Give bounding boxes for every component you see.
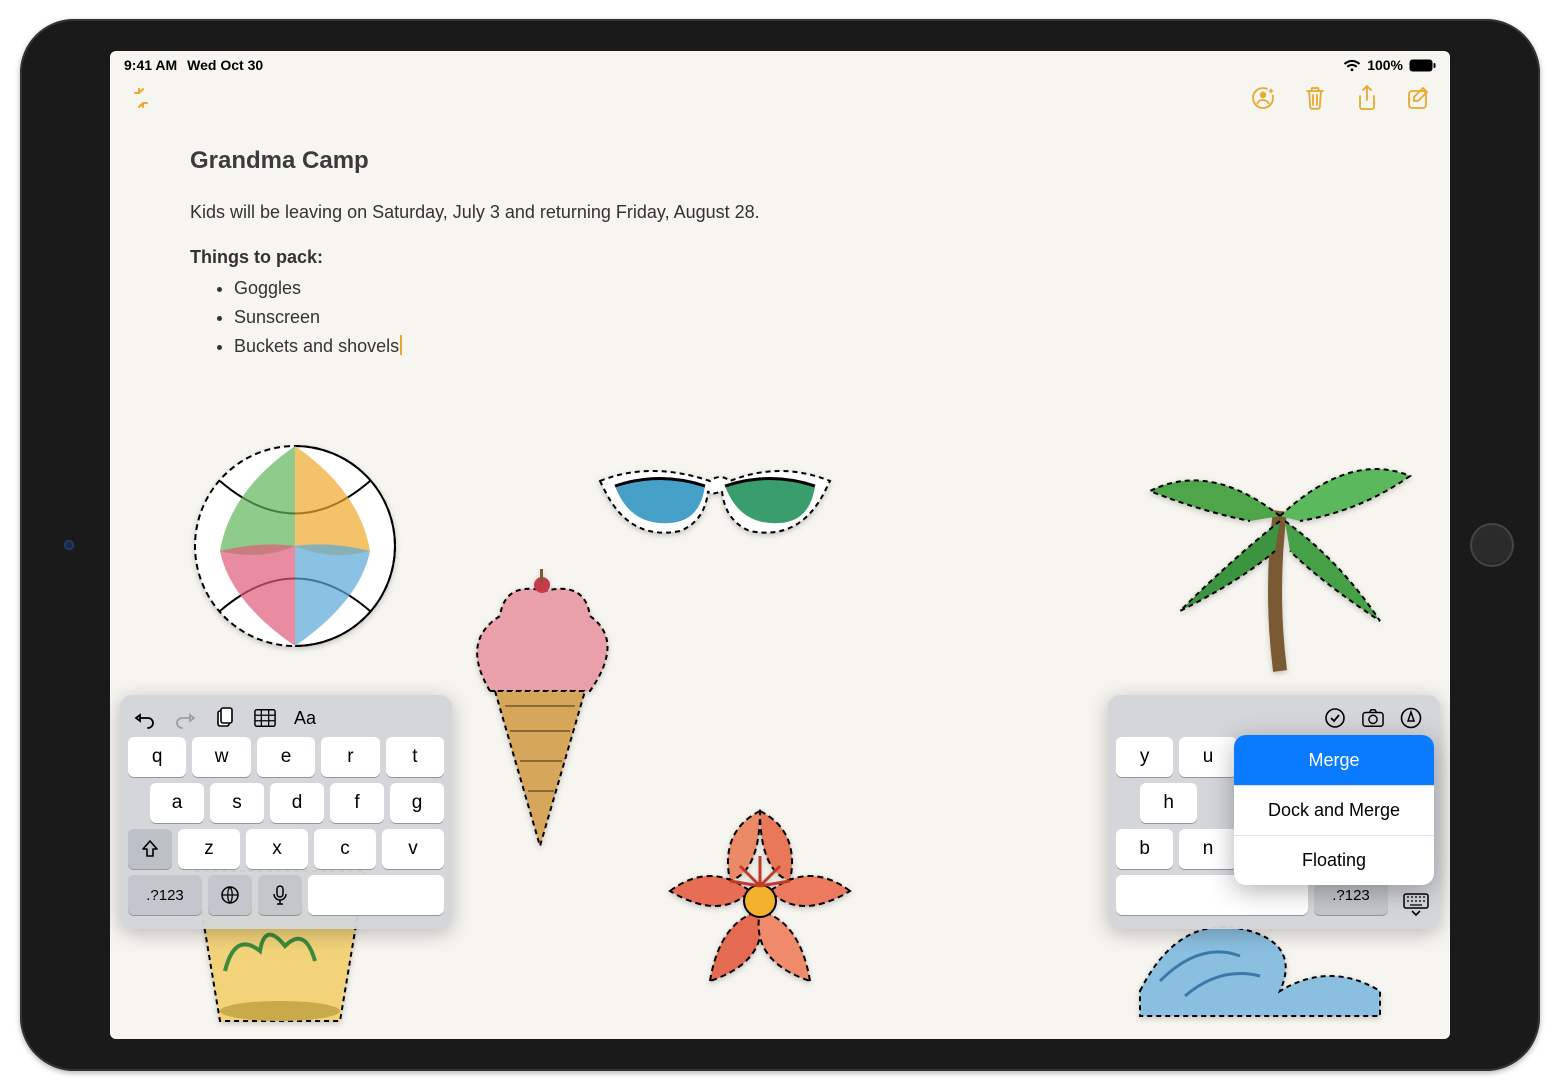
sunglasses-drawing [590, 451, 840, 561]
screen: 9:41 AM Wed Oct 30 100% [110, 51, 1450, 1039]
key-y[interactable]: y [1116, 737, 1173, 777]
packing-list[interactable]: Goggles Sunscreen Buckets and shovels [190, 275, 1370, 360]
list-item[interactable]: Goggles [234, 275, 1370, 302]
keyboard-row: a s d f g [128, 783, 444, 823]
key-space[interactable] [308, 875, 444, 915]
navbar [110, 75, 1450, 121]
key-b[interactable]: b [1116, 829, 1173, 869]
keyboard-row: .?123 [128, 875, 444, 915]
undo-icon[interactable] [134, 707, 156, 729]
key-a[interactable]: a [150, 783, 204, 823]
key-d[interactable]: d [270, 783, 324, 823]
split-keyboard-right[interactable]: y u h b n .?123 Mer [1108, 695, 1440, 929]
key-c[interactable]: c [314, 829, 376, 869]
key-f[interactable]: f [330, 783, 384, 823]
share-button[interactable] [1352, 83, 1382, 113]
key-v[interactable]: v [382, 829, 444, 869]
delete-button[interactable] [1300, 83, 1330, 113]
keyboard-row: q w e r t [128, 737, 444, 777]
note-subheading[interactable]: Things to pack: [190, 244, 1370, 271]
key-e[interactable]: e [257, 737, 315, 777]
status-time: 9:41 AM [124, 57, 177, 73]
table-icon[interactable] [254, 707, 276, 729]
key-shift[interactable] [128, 829, 172, 869]
keyboard-mode-menu: Merge Dock and Merge Floating [1234, 735, 1434, 885]
battery-icon [1409, 59, 1436, 72]
add-collaborator-button[interactable] [1248, 83, 1278, 113]
key-dictation[interactable] [258, 875, 302, 915]
key-g[interactable]: g [390, 783, 444, 823]
key-z[interactable]: z [178, 829, 240, 869]
key-q[interactable]: q [128, 737, 186, 777]
flower-drawing [610, 771, 910, 1031]
clipboard-icon[interactable] [214, 707, 236, 729]
markup-icon[interactable] [1400, 707, 1422, 729]
key-n[interactable]: n [1179, 829, 1236, 869]
key-u[interactable]: u [1179, 737, 1236, 777]
menu-item-merge[interactable]: Merge [1234, 735, 1434, 785]
battery-percent: 100% [1367, 57, 1403, 73]
keyboard-row: z x c v [128, 829, 444, 869]
status-bar: 9:41 AM Wed Oct 30 100% [110, 51, 1450, 75]
keyboard-toolbar-left: Aa [128, 703, 444, 737]
checklist-icon[interactable] [1324, 707, 1346, 729]
key-s[interactable]: s [210, 783, 264, 823]
menu-item-dock-and-merge[interactable]: Dock and Merge [1234, 785, 1434, 835]
key-r[interactable]: r [321, 737, 379, 777]
redo-icon [174, 707, 196, 729]
note-title[interactable]: Grandma Camp [190, 143, 1370, 179]
collapse-fullscreen-button[interactable] [126, 83, 156, 113]
list-item[interactable]: Buckets and shovels [234, 333, 1370, 360]
ice-cream-drawing [450, 561, 630, 861]
keyboard-toolbar-right [1116, 703, 1432, 737]
menu-item-floating[interactable]: Floating [1234, 835, 1434, 885]
key-h[interactable]: h [1140, 783, 1197, 823]
format-icon[interactable]: Aa [294, 707, 316, 729]
compose-button[interactable] [1404, 83, 1434, 113]
hide-keyboard-icon[interactable] [1402, 891, 1430, 919]
ipad-frame: 9:41 AM Wed Oct 30 100% [20, 19, 1540, 1071]
list-item[interactable]: Sunscreen [234, 304, 1370, 331]
note-body-line[interactable]: Kids will be leaving on Saturday, July 3… [190, 199, 1370, 226]
camera-icon[interactable] [1362, 707, 1384, 729]
key-t[interactable]: t [386, 737, 444, 777]
text-cursor [400, 335, 402, 355]
note-content[interactable]: Grandma Camp Kids will be leaving on Sat… [110, 121, 1450, 360]
key-globe[interactable] [208, 875, 252, 915]
wifi-icon [1343, 59, 1361, 72]
front-camera [64, 540, 74, 550]
status-date: Wed Oct 30 [187, 57, 263, 73]
key-w[interactable]: w [192, 737, 250, 777]
split-keyboard-left[interactable]: Aa q w e r t a s d f g z x c v [120, 695, 452, 929]
palm-tree-drawing [1130, 421, 1420, 681]
key-numbers[interactable]: .?123 [128, 875, 202, 915]
key-x[interactable]: x [246, 829, 308, 869]
beach-ball-drawing [180, 431, 410, 661]
home-button[interactable] [1470, 523, 1514, 567]
